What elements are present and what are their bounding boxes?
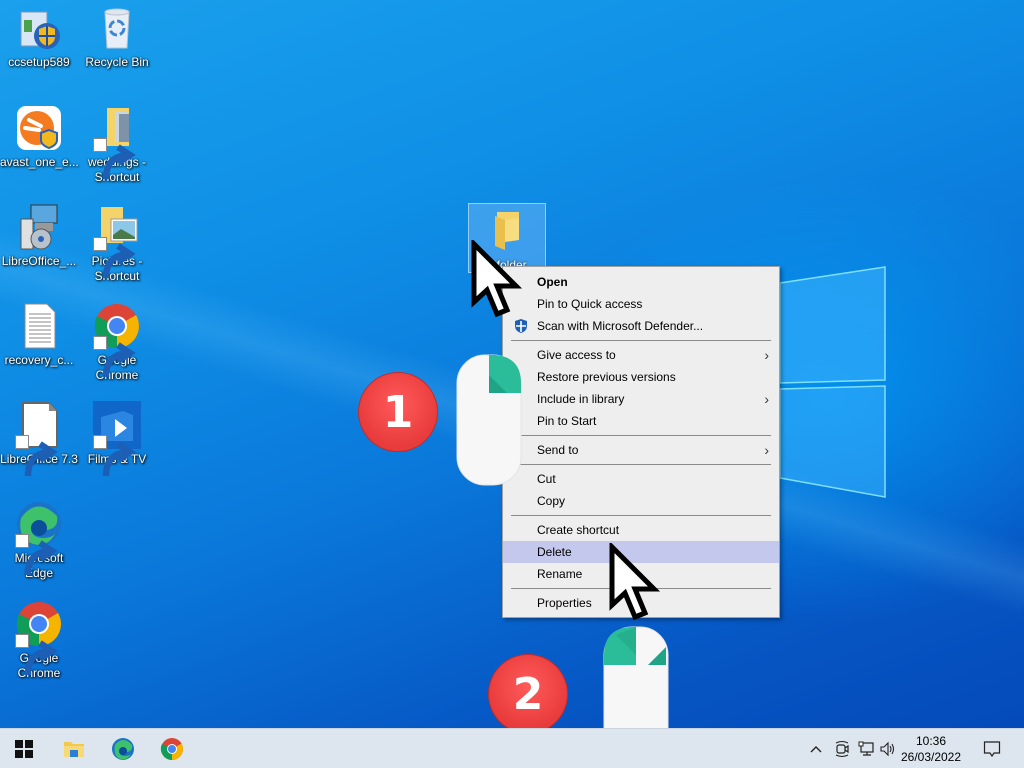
- taskbar-chrome[interactable]: [148, 729, 196, 768]
- menu-item-label: Send to: [537, 443, 579, 457]
- avast-icon: [17, 106, 61, 150]
- show-hidden-icons-button[interactable]: [806, 729, 826, 768]
- step-1-badge: 1: [358, 372, 438, 452]
- desktop-icon-google-chrome[interactable]: Google Chrome: [78, 302, 156, 383]
- network-wired-icon: [858, 741, 874, 756]
- desktop-icon-recovery-c[interactable]: recovery_c...: [0, 302, 78, 368]
- file-explorer-icon: [64, 742, 84, 757]
- desktop-icon-ccsetup589[interactable]: ccsetup589: [0, 4, 78, 70]
- desktop-icon-libreoffice[interactable]: LibreOffice_...: [0, 203, 78, 269]
- menu-item-label: Copy: [537, 494, 566, 508]
- desktop-icon-label: ccsetup589: [8, 55, 70, 69]
- meet-now-button[interactable]: [832, 729, 852, 768]
- shortcut-arrow-icon: [15, 435, 58, 477]
- desktop-icon-label: avast_one_e...: [0, 155, 79, 169]
- desktop-icon-google-chrome[interactable]: Google Chrome: [0, 600, 78, 681]
- desktop-icon-microsoft-edge[interactable]: Microsoft Edge: [0, 500, 78, 581]
- desktop-icon-pictures-shortcut[interactable]: Pictures - Shortcut: [78, 203, 156, 284]
- menu-item-restore-previous-versions[interactable]: Restore previous versions: [503, 366, 779, 388]
- submenu-arrow-icon: ›: [764, 391, 769, 407]
- recycle-bin-icon: [104, 8, 130, 49]
- chevron-up-icon: [810, 746, 822, 753]
- desktop-icon-films-tv[interactable]: Films & TV: [78, 401, 156, 477]
- menu-separator: [511, 435, 771, 436]
- desktop-icon-weddings-shortcut[interactable]: weddings - Shortcut: [78, 104, 156, 185]
- menu-item-label: Pin to Start: [537, 414, 597, 428]
- menu-item-copy[interactable]: Copy: [503, 490, 779, 512]
- menu-item-label: Include in library: [537, 392, 625, 406]
- menu-item-label: Pin to Quick access: [537, 297, 643, 311]
- taskbar-file-explorer[interactable]: [50, 729, 98, 768]
- desktop-icon-recycle-bin[interactable]: Recycle Bin: [78, 4, 156, 70]
- menu-item-label: Scan with Microsoft Defender...: [537, 319, 704, 333]
- mouse-pointer-icon: [471, 240, 523, 318]
- clock-date: 26/03/2022: [900, 750, 962, 764]
- menu-item-send-to[interactable]: Send to ›: [503, 439, 779, 461]
- desktop-icon-libreoffice-7-3[interactable]: LibreOffice 7.3: [0, 401, 78, 477]
- menu-item-give-access-to[interactable]: Give access to ›: [503, 344, 779, 366]
- menu-item-cut[interactable]: Cut: [503, 468, 779, 490]
- menu-item-label: Rename: [537, 567, 583, 581]
- right-click-mouse-icon: [456, 354, 522, 486]
- start-button[interactable]: [0, 729, 48, 768]
- menu-separator: [511, 515, 771, 516]
- menu-item-label: Give access to: [537, 348, 616, 362]
- menu-item-open[interactable]: Open: [503, 271, 779, 293]
- menu-separator: [511, 340, 771, 341]
- notifications-icon: [983, 741, 1001, 758]
- menu-item-pin-to-quick-access[interactable]: Pin to Quick access: [503, 293, 779, 315]
- step-2-badge: 2: [488, 654, 568, 734]
- desktop-icon-label: Recycle Bin: [85, 55, 149, 69]
- menu-item-label: Properties: [537, 596, 592, 610]
- taskbar-clock[interactable]: 10:36 26/03/2022: [896, 733, 966, 765]
- menu-item-create-shortcut[interactable]: Create shortcut: [503, 519, 779, 541]
- submenu-arrow-icon: ›: [764, 442, 769, 458]
- shortcut-arrow-icon: [15, 534, 58, 576]
- clock-time: 10:36: [915, 734, 947, 748]
- desktop-icon-avast-one-e[interactable]: avast_one_e...: [0, 104, 79, 170]
- chrome-icon: [160, 738, 183, 760]
- windows-start-icon: [15, 740, 33, 758]
- speaker-volume-icon: [880, 741, 895, 757]
- menu-separator: [511, 464, 771, 465]
- installer-icon: [20, 204, 58, 250]
- menu-item-label: Create shortcut: [537, 523, 620, 537]
- network-button[interactable]: [856, 729, 876, 768]
- text-document-icon: [24, 303, 56, 349]
- volume-button[interactable]: [878, 729, 898, 768]
- shortcut-arrow-icon: [93, 138, 136, 180]
- shortcut-arrow-icon: [93, 435, 136, 477]
- desktop-icon-label: LibreOffice_...: [1, 254, 77, 268]
- menu-item-pin-to-start[interactable]: Pin to Start: [503, 410, 779, 432]
- menu-item-label: Delete: [537, 545, 572, 559]
- taskbar-edge[interactable]: [99, 729, 147, 768]
- edge-icon: [112, 738, 134, 760]
- action-center-button[interactable]: [978, 729, 1006, 768]
- submenu-arrow-icon: ›: [764, 347, 769, 363]
- menu-item-include-in-library[interactable]: Include in library ›: [503, 388, 779, 410]
- menu-item-label: Cut: [537, 472, 556, 486]
- taskbar: 10:36 26/03/2022: [0, 728, 1024, 768]
- menu-item-label: Open: [537, 275, 568, 289]
- menu-item-label: Restore previous versions: [537, 370, 676, 384]
- desktop-icon-label: recovery_c...: [4, 353, 74, 367]
- shortcut-arrow-icon: [93, 237, 136, 279]
- defender-shield-icon: [515, 319, 527, 333]
- meet-now-icon: [835, 741, 849, 757]
- shortcut-arrow-icon: [15, 634, 58, 676]
- menu-item-scan-with-microsoft-defender[interactable]: Scan with Microsoft Defender...: [503, 315, 779, 337]
- shortcut-arrow-icon: [93, 336, 136, 378]
- ccleaner-setup-icon: [20, 11, 60, 49]
- mouse-pointer-icon: [609, 543, 661, 621]
